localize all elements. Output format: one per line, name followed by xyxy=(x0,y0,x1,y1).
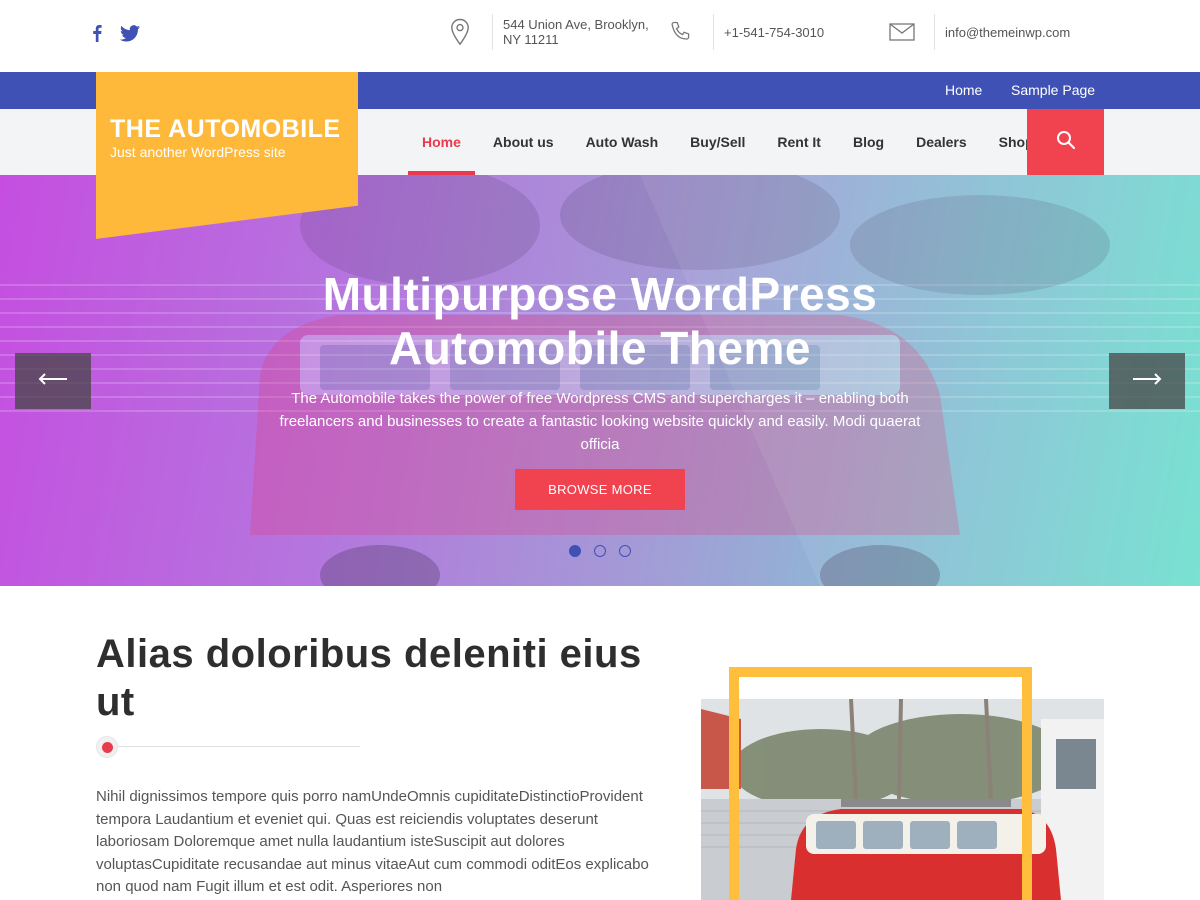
contact-phone: +1-541-754-3010 xyxy=(665,14,824,50)
primary-menu: Home About us Auto Wash Buy/Sell Rent It… xyxy=(408,109,1052,175)
nav-item-buy-sell[interactable]: Buy/Sell xyxy=(676,109,759,175)
twitter-icon[interactable] xyxy=(120,24,140,47)
slider-dot-1[interactable] xyxy=(569,545,581,557)
site-title[interactable]: THE AUTOMOBILE xyxy=(110,115,341,144)
envelope-icon xyxy=(886,16,918,48)
hero-slider: Multipurpose WordPress Automobile Theme … xyxy=(0,175,1200,586)
contact-address: 544 Union Ave, Brooklyn, NY 11211 xyxy=(444,14,663,50)
hero-title-line2: Automobile Theme xyxy=(388,322,812,374)
hero-description: The Automobile takes the power of free W… xyxy=(279,390,921,453)
top-info-bar: 544 Union Ave, Brooklyn, NY 11211 +1-541… xyxy=(0,0,1200,72)
social-links xyxy=(92,24,140,47)
title-divider xyxy=(96,736,360,758)
location-pin-icon xyxy=(444,16,476,48)
hero-title-line1: Multipurpose WordPress xyxy=(322,268,878,320)
phone-text[interactable]: +1-541-754-3010 xyxy=(724,25,824,40)
section-body-text: Nihil dignissimos tempore quis porro nam… xyxy=(96,788,649,896)
hero-title: Multipurpose WordPress Automobile Theme xyxy=(0,267,1200,375)
search-button[interactable] xyxy=(1027,109,1104,175)
decorative-frame xyxy=(729,667,1032,900)
address-text: 544 Union Ave, Brooklyn, NY 11211 xyxy=(503,17,649,47)
nav-item-dealers[interactable]: Dealers xyxy=(902,109,981,175)
site-tagline: Just another WordPress site xyxy=(110,144,286,160)
phone-icon xyxy=(665,16,697,48)
nav-item-about-us[interactable]: About us xyxy=(479,109,568,175)
nav-item-rent-it[interactable]: Rent It xyxy=(763,109,835,175)
secondary-nav-sample-page[interactable]: Sample Page xyxy=(1011,82,1095,98)
slider-pagination xyxy=(569,545,631,557)
browse-more-button[interactable]: BROWSE MORE xyxy=(515,469,685,510)
facebook-icon[interactable] xyxy=(92,24,102,47)
email-text[interactable]: info@themeinwp.com xyxy=(945,25,1070,40)
slider-dot-2[interactable] xyxy=(594,545,606,557)
secondary-nav-home[interactable]: Home xyxy=(945,82,982,98)
section-title: Alias doloribus deleniti eius ut xyxy=(96,632,642,724)
contact-email: info@themeinwp.com xyxy=(886,14,1070,50)
nav-item-auto-wash[interactable]: Auto Wash xyxy=(572,109,673,175)
slider-dot-3[interactable] xyxy=(619,545,631,557)
nav-item-blog[interactable]: Blog xyxy=(839,109,898,175)
nav-item-home[interactable]: Home xyxy=(408,109,475,175)
hero-background-image xyxy=(0,175,1200,586)
about-image xyxy=(701,667,1104,900)
search-icon xyxy=(1056,130,1076,155)
